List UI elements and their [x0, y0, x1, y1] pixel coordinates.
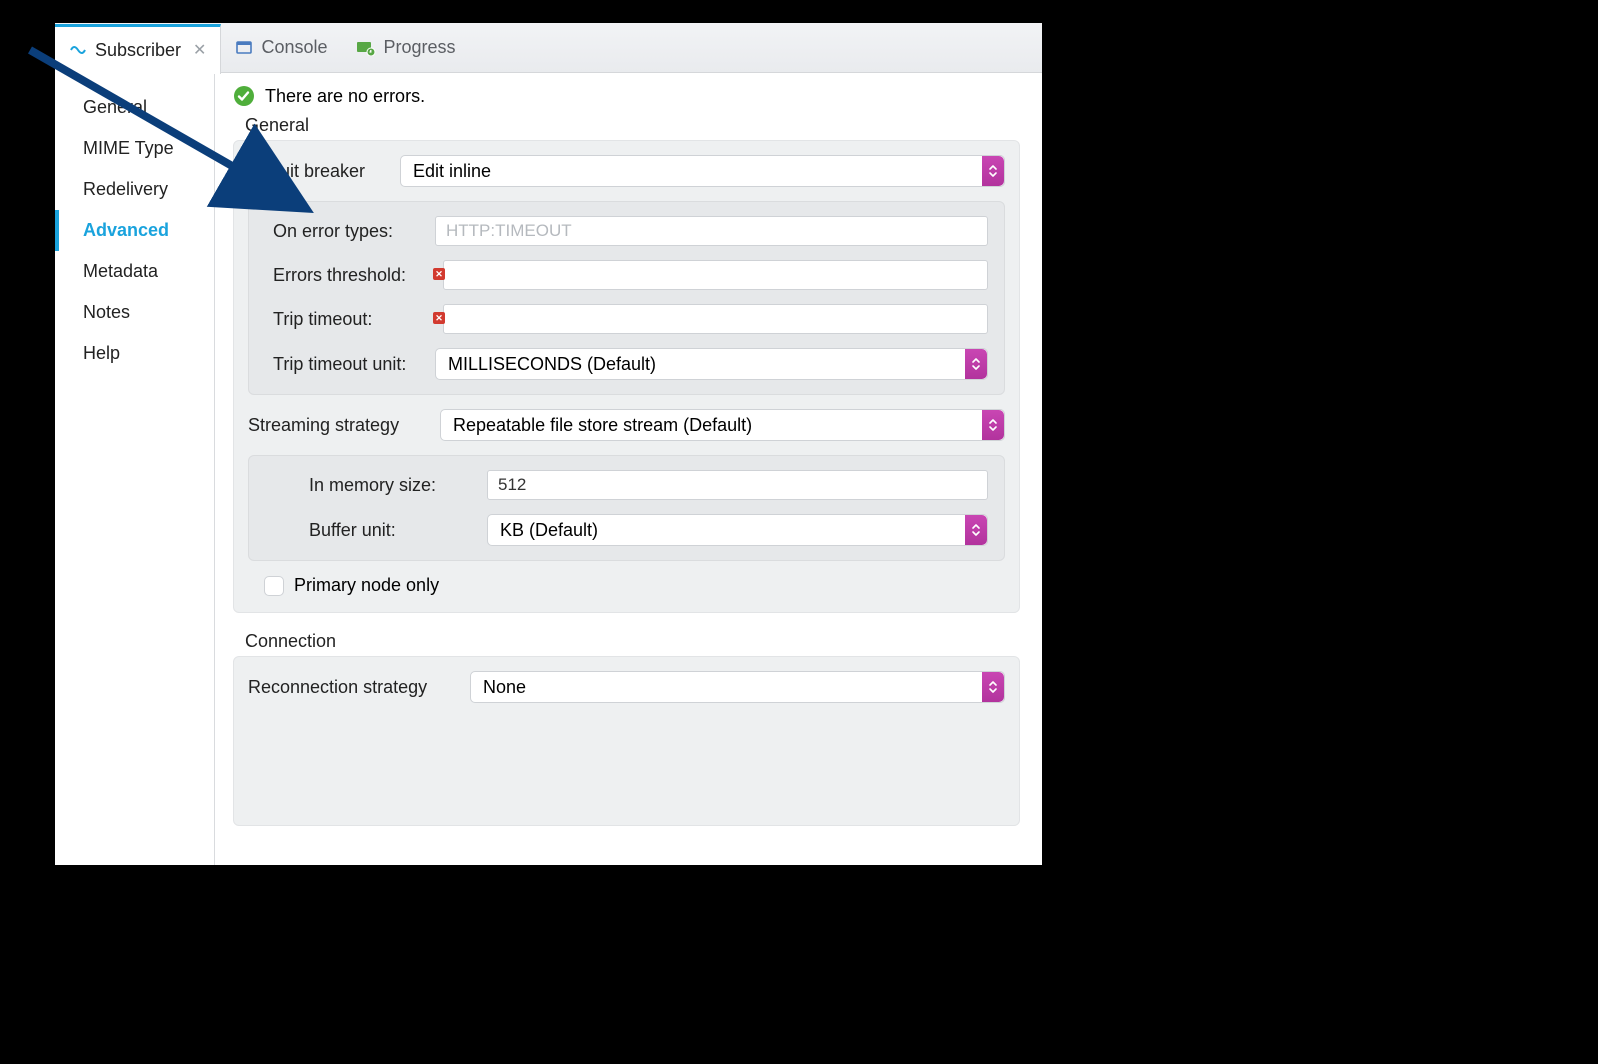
- trip-timeout-label: Trip timeout:: [265, 309, 423, 330]
- primary-node-only-row: Primary node only: [248, 575, 1005, 596]
- tab-progress-label: Progress: [384, 37, 456, 58]
- connection-group: Reconnection strategy None: [233, 656, 1020, 826]
- sidebar-item-label: Redelivery: [83, 179, 168, 199]
- primary-node-only-checkbox[interactable]: [264, 576, 284, 596]
- section-title-connection: Connection: [245, 631, 1020, 652]
- tab-progress[interactable]: Progress: [342, 23, 470, 72]
- section-title-general: General: [245, 115, 1020, 136]
- chevron-updown-icon: [982, 410, 1004, 440]
- sidebar-item-advanced[interactable]: Advanced: [55, 210, 214, 251]
- sidebar-item-label: General: [83, 97, 147, 117]
- sidebar-item-label: MIME Type: [83, 138, 174, 158]
- sidebar: General MIME Type Redelivery Advanced Me…: [55, 73, 215, 865]
- close-icon[interactable]: ✕: [193, 40, 206, 60]
- error-icon: ✕: [433, 312, 445, 324]
- tab-bar: Subscriber ✕ Console Progress: [55, 23, 1042, 73]
- reconnection-strategy-value: None: [483, 677, 526, 698]
- chevron-updown-icon: [982, 672, 1004, 702]
- error-icon: ✕: [433, 268, 445, 280]
- general-group: Circuit breaker Edit inline On error typ…: [233, 140, 1020, 613]
- status-bar: There are no errors.: [233, 85, 1020, 107]
- status-text: There are no errors.: [265, 86, 425, 107]
- reconnection-strategy-select[interactable]: None: [470, 671, 1005, 703]
- tab-console-label: Console: [261, 37, 327, 58]
- streaming-subgroup: In memory size: Buffer unit: KB (Default…: [248, 455, 1005, 561]
- tab-subscriber-label: Subscriber: [95, 40, 181, 61]
- panel-body: General MIME Type Redelivery Advanced Me…: [55, 73, 1042, 865]
- buffer-unit-select[interactable]: KB (Default): [487, 514, 988, 546]
- console-icon: [235, 39, 253, 57]
- trip-timeout-unit-value: MILLISECONDS (Default): [448, 354, 656, 375]
- sidebar-item-redelivery[interactable]: Redelivery: [55, 169, 214, 210]
- reconnection-strategy-row: Reconnection strategy None: [248, 671, 1005, 703]
- tab-subscriber[interactable]: Subscriber ✕: [55, 24, 221, 74]
- sidebar-item-label: Notes: [83, 302, 130, 322]
- sidebar-item-label: Help: [83, 343, 120, 363]
- primary-node-only-label: Primary node only: [294, 575, 439, 596]
- reconnection-strategy-label: Reconnection strategy: [248, 677, 458, 698]
- errors-threshold-label: Errors threshold:: [265, 265, 423, 286]
- sidebar-item-label: Advanced: [83, 220, 169, 240]
- streaming-strategy-row: Streaming strategy Repeatable file store…: [248, 409, 1005, 441]
- tab-console[interactable]: Console: [221, 23, 341, 72]
- sidebar-item-help[interactable]: Help: [55, 333, 214, 374]
- sidebar-item-notes[interactable]: Notes: [55, 292, 214, 333]
- errors-threshold-input[interactable]: [443, 260, 988, 290]
- circuit-breaker-value: Edit inline: [413, 161, 491, 182]
- chevron-updown-icon: [982, 156, 1004, 186]
- on-error-types-label: On error types:: [265, 221, 423, 242]
- sidebar-item-label: Metadata: [83, 261, 158, 281]
- ok-icon: [233, 85, 255, 107]
- progress-icon: [356, 40, 376, 56]
- chevron-updown-icon: [965, 515, 987, 545]
- on-error-types-input[interactable]: [435, 216, 988, 246]
- circuit-breaker-label: Circuit breaker: [248, 161, 388, 182]
- trip-timeout-unit-label: Trip timeout unit:: [265, 354, 423, 375]
- subscriber-icon: [69, 41, 87, 59]
- in-memory-size-label: In memory size:: [265, 475, 475, 496]
- sidebar-item-general[interactable]: General: [55, 87, 214, 128]
- sidebar-item-mime-type[interactable]: MIME Type: [55, 128, 214, 169]
- in-memory-size-input[interactable]: [487, 470, 988, 500]
- trip-timeout-unit-select[interactable]: MILLISECONDS (Default): [435, 348, 988, 380]
- circuit-breaker-row: Circuit breaker Edit inline: [248, 155, 1005, 187]
- sidebar-item-metadata[interactable]: Metadata: [55, 251, 214, 292]
- config-panel: Subscriber ✕ Console Progress General MI…: [55, 23, 1042, 865]
- streaming-strategy-label: Streaming strategy: [248, 415, 428, 436]
- circuit-breaker-select[interactable]: Edit inline: [400, 155, 1005, 187]
- trip-timeout-input[interactable]: [443, 304, 988, 334]
- buffer-unit-value: KB (Default): [500, 520, 598, 541]
- streaming-strategy-select[interactable]: Repeatable file store stream (Default): [440, 409, 1005, 441]
- buffer-unit-label: Buffer unit:: [265, 520, 475, 541]
- chevron-updown-icon: [965, 349, 987, 379]
- content-area: There are no errors. General Circuit bre…: [215, 73, 1042, 865]
- streaming-strategy-value: Repeatable file store stream (Default): [453, 415, 752, 436]
- circuit-breaker-subgroup: On error types: Errors threshold: ✕ Trip…: [248, 201, 1005, 395]
